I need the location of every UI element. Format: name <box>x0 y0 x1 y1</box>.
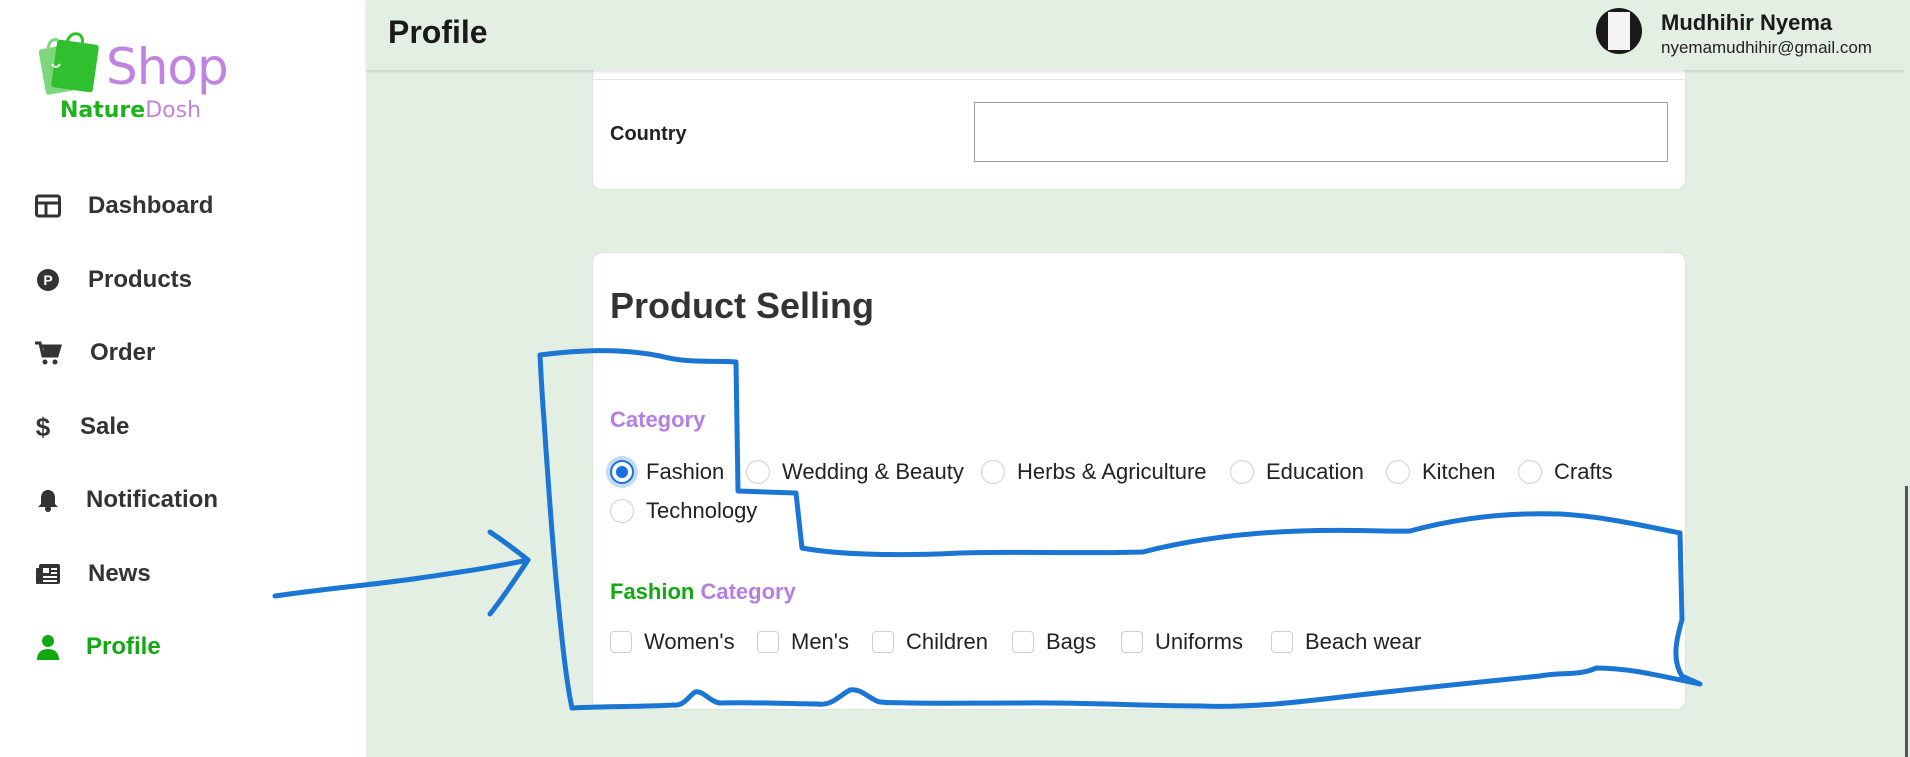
sidebar-item-products[interactable]: P Products <box>34 260 192 300</box>
checkbox-label: Bags <box>1046 629 1097 654</box>
sidebar-item-order[interactable]: Order <box>34 333 155 373</box>
radio-label: Education <box>1266 459 1364 484</box>
divider <box>593 79 1685 80</box>
checkbox[interactable] <box>1121 631 1143 653</box>
sidebar-item-label: News <box>88 560 151 587</box>
dashboard-icon <box>34 192 62 220</box>
radio[interactable] <box>1518 460 1542 484</box>
sidebar-item-dashboard[interactable]: Dashboard <box>34 186 213 226</box>
checkbox-label: Children <box>906 629 988 654</box>
sidebar-item-label: Notification <box>86 486 218 513</box>
svg-text:P: P <box>43 272 52 288</box>
sidebar-item-label: Profile <box>86 633 161 660</box>
heading-green: Fashion <box>610 579 695 604</box>
heading-purple: Category <box>700 579 796 604</box>
radio-label: Fashion <box>646 459 725 484</box>
sidebar-item-label: Dashboard <box>88 192 214 219</box>
cart-icon <box>34 339 62 367</box>
radio-label: Wedding & Beauty <box>782 459 964 484</box>
country-input[interactable] <box>974 102 1668 162</box>
top-bar: Profile Mudhihir Nyema nyemamudhihir@gma… <box>366 0 1910 70</box>
svg-text:$: $ <box>36 413 51 441</box>
user-name: Mudhihir Nyema <box>1661 10 1833 35</box>
radio-label: Herbs & Agriculture <box>1017 459 1207 484</box>
checkbox-label: Beach wear <box>1305 629 1422 654</box>
subcategory-checkbox-womens[interactable]: Women's <box>610 629 735 655</box>
radio[interactable] <box>746 460 770 484</box>
category-radio-fashion[interactable]: Fashion <box>610 459 724 485</box>
checkbox[interactable] <box>757 631 779 653</box>
products-p-icon: P <box>34 266 62 294</box>
category-heading: Category <box>610 407 706 432</box>
scrollbar-thumb[interactable] <box>1905 486 1908 757</box>
radio-label: Technology <box>646 498 758 523</box>
avatar-image <box>1608 12 1630 50</box>
sidebar-item-label: Order <box>90 339 156 366</box>
country-label: Country <box>610 123 687 145</box>
radio[interactable] <box>1230 460 1254 484</box>
radio[interactable] <box>1386 460 1410 484</box>
checkbox[interactable] <box>872 631 894 653</box>
logo-shop-text: Shop <box>106 38 229 96</box>
category-radio-technology[interactable]: Technology <box>610 498 757 524</box>
sidebar-item-news[interactable]: News <box>34 554 151 594</box>
annotation-arrow-head <box>487 529 531 617</box>
user-icon <box>34 633 62 661</box>
sidebar-item-notification[interactable]: Notification <box>34 480 218 520</box>
checkbox-label: Men's <box>791 629 849 654</box>
sidebar-item-label: Products <box>88 266 193 293</box>
category-radio-education[interactable]: Education <box>1230 459 1364 485</box>
radio[interactable] <box>610 499 634 523</box>
radio-label: Kitchen <box>1422 459 1496 484</box>
fashion-category-heading: Fashion Category <box>610 579 796 605</box>
avatar[interactable] <box>1596 8 1642 54</box>
radio-checked[interactable] <box>610 460 634 484</box>
logo[interactable]: Shop NatureDosh <box>36 26 236 126</box>
category-radio-herbs-agriculture[interactable]: Herbs & Agriculture <box>981 459 1207 485</box>
newspaper-icon <box>34 560 62 588</box>
subcategory-checkbox-beach-wear[interactable]: Beach wear <box>1271 629 1421 655</box>
shopping-bag-logo-icon <box>38 32 99 95</box>
subcategory-checkbox-uniforms[interactable]: Uniforms <box>1121 629 1243 655</box>
checkbox[interactable] <box>1271 631 1293 653</box>
radio-label: Crafts <box>1554 459 1613 484</box>
sidebar-item-profile[interactable]: Profile <box>34 627 161 667</box>
product-selling-card: Product Selling Category Fashion Wedding… <box>592 252 1686 710</box>
checkbox-label: Women's <box>644 629 735 654</box>
subcategory-checkbox-mens[interactable]: Men's <box>757 629 849 655</box>
radio[interactable] <box>981 460 1005 484</box>
address-card: Country <box>592 56 1686 190</box>
page-title: Profile <box>388 14 488 50</box>
category-radio-wedding-beauty[interactable]: Wedding & Beauty <box>746 459 964 485</box>
category-radio-crafts[interactable]: Crafts <box>1518 459 1613 485</box>
sidebar: Shop NatureDosh Dashboard P Products Ord… <box>0 0 366 757</box>
category-radio-kitchen[interactable]: Kitchen <box>1386 459 1495 485</box>
bell-icon <box>34 486 62 514</box>
logo-brand-purple: Dosh <box>145 98 202 123</box>
section-title: Product Selling <box>610 285 875 326</box>
logo-brand-name: NatureDosh <box>60 98 201 123</box>
sidebar-item-sale[interactable]: $ Sale <box>34 407 130 447</box>
subcategory-checkbox-bags[interactable]: Bags <box>1012 629 1096 655</box>
checkbox-label: Uniforms <box>1155 629 1244 654</box>
sidebar-item-label: Sale <box>80 413 130 440</box>
logo-brand-green: Nature <box>60 98 146 123</box>
dollar-icon: $ <box>34 413 52 441</box>
user-email: nyemamudhihir@gmail.com <box>1661 38 1872 57</box>
checkbox[interactable] <box>610 631 632 653</box>
checkbox[interactable] <box>1012 631 1034 653</box>
subcategory-checkbox-children[interactable]: Children <box>872 629 988 655</box>
